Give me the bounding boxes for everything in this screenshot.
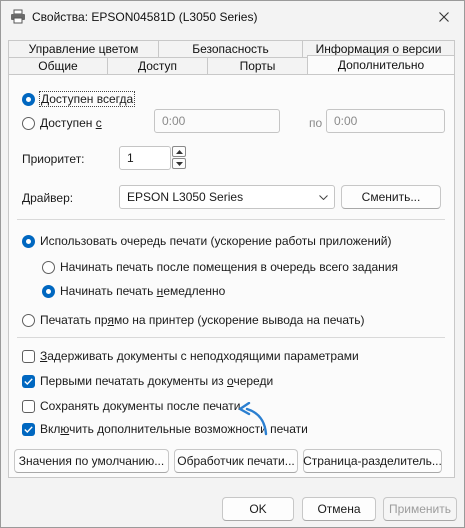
print-spooled-first-label: Первыми печатать документы из очереди — [40, 374, 274, 388]
use-spooler-radio[interactable] — [22, 235, 35, 248]
driver-combobox[interactable]: EPSON L3050 Series — [119, 185, 335, 209]
tab-security[interactable]: Безопасность — [158, 40, 303, 57]
priority-input[interactable]: 1 — [119, 146, 171, 170]
priority-label: Приоритет: — [22, 152, 85, 166]
from-time-field[interactable]: 0:00 — [154, 109, 280, 133]
checkmark-icon — [24, 378, 33, 385]
apply-button[interactable]: Применить — [383, 497, 457, 521]
close-button[interactable] — [431, 5, 457, 29]
always-available-radio[interactable] — [22, 93, 35, 106]
defaults-button[interactable]: Значения по умолчанию... — [14, 449, 169, 473]
hold-mismatched-checkbox[interactable] — [22, 350, 35, 363]
available-from-radio[interactable] — [22, 117, 35, 130]
separator — [17, 219, 445, 220]
start-immediately-label: Начинать печать немедленно — [60, 284, 226, 298]
hold-mismatched-label: Задерживать документы с неподходящими па… — [40, 349, 359, 363]
to-label: по — [309, 116, 323, 130]
print-direct-radio[interactable] — [22, 314, 35, 327]
tab-ports[interactable]: Порты — [207, 57, 308, 74]
driver-label: Драйвер: — [22, 191, 74, 205]
cancel-button[interactable]: Отмена — [302, 497, 376, 521]
tab-color-management[interactable]: Управление цветом — [8, 40, 159, 57]
separator-page-button[interactable]: Страница-разделитель... — [303, 449, 442, 473]
print-spooled-first-checkbox[interactable] — [22, 375, 35, 388]
chevron-down-icon — [319, 195, 328, 200]
tab-row-front: Общие Доступ Порты Дополнительно — [8, 55, 455, 74]
always-available-label: Доступен всегда — [38, 91, 136, 107]
separator — [17, 337, 445, 338]
priority-spinner — [172, 146, 186, 169]
close-icon — [439, 12, 449, 22]
start-after-last-page-label: Начинать печать после помещения в очеред… — [60, 260, 398, 274]
triangle-up-icon — [175, 149, 183, 154]
start-after-last-page-radio[interactable] — [42, 261, 55, 274]
checkmark-icon — [24, 426, 33, 433]
tab-sharing[interactable]: Доступ — [107, 57, 208, 74]
enable-advanced-features-checkbox[interactable] — [22, 423, 35, 436]
tab-general[interactable]: Общие — [8, 57, 108, 74]
window-title: Свойства: EPSON04581D (L3050 Series) — [32, 10, 258, 24]
start-immediately-radio[interactable] — [42, 285, 55, 298]
keep-printed-checkbox[interactable] — [22, 400, 35, 413]
print-direct-label: Печатать прямо на принтер (ускорение выв… — [40, 313, 365, 327]
print-processor-button[interactable]: Обработчик печати... — [174, 449, 298, 473]
keep-printed-label: Сохранять документы после печати — [40, 399, 241, 413]
change-driver-button[interactable]: Сменить... — [341, 185, 441, 209]
title-bar: Свойства: EPSON04581D (L3050 Series) — [0, 0, 463, 34]
to-time-field[interactable]: 0:00 — [326, 109, 445, 133]
tab-advanced[interactable]: Дополнительно — [307, 55, 455, 74]
annotation-arrow-icon — [238, 402, 268, 436]
priority-down-button[interactable] — [172, 158, 186, 169]
triangle-down-icon — [175, 161, 183, 166]
available-from-label: Доступен с — [40, 116, 102, 130]
printer-icon — [11, 9, 25, 24]
ok-button[interactable]: OK — [222, 497, 294, 521]
use-spooler-label: Использовать очередь печати (ускорение р… — [40, 234, 392, 248]
priority-up-button[interactable] — [172, 146, 186, 157]
